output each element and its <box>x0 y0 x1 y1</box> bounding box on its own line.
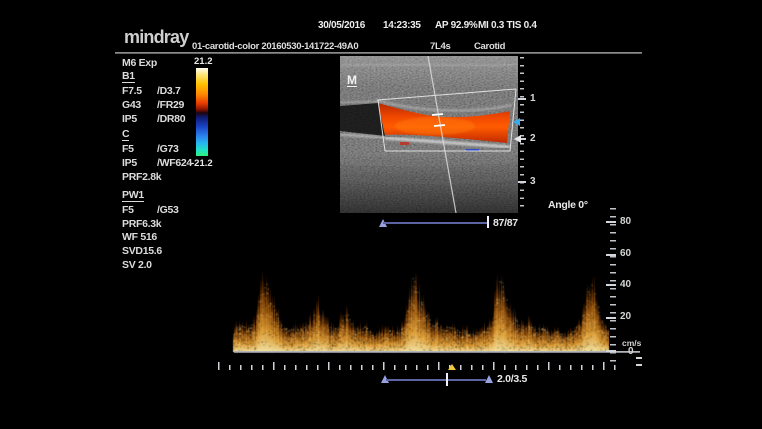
color-mode-section-title: C <box>122 129 129 141</box>
b-gain: G43 <box>122 99 141 111</box>
c-frequency: F5 <box>122 143 134 155</box>
pw-mode-section-title: PW1 <box>122 190 144 202</box>
pw-gain: /G53 <box>157 204 179 216</box>
range-end-marker-icon[interactable] <box>485 375 493 383</box>
velocity-zero-label: 0 <box>628 346 634 357</box>
spectral-baseline[interactable] <box>234 351 640 353</box>
exam-id: 01-carotid-color 20160530-141722-49A0 <box>192 41 358 52</box>
velocity-label-20: 20 <box>620 311 631 322</box>
acoustic-power: AP 92.9% <box>435 20 477 31</box>
velocity-label-40: 40 <box>620 279 631 290</box>
depth-major-tick <box>518 181 526 183</box>
exam-date: 30/05/2016 <box>318 20 365 31</box>
velocity-major-tick <box>606 284 616 286</box>
depth-marker-icon[interactable] <box>514 135 521 143</box>
b-mode-row: G43 /FR29 <box>122 99 234 113</box>
imaging-mode: M6 Exp <box>122 57 157 69</box>
b-dynamic-range: /D3.7 <box>157 85 181 97</box>
sample-gate-upper[interactable] <box>432 114 443 115</box>
cine-position-marker[interactable] <box>487 216 489 228</box>
velocity-ruler <box>610 208 616 368</box>
pw-sample-volume: SV 2.0 <box>122 259 152 271</box>
b-mode-section-title: B1 <box>122 71 135 83</box>
color-mode-row: F5 /G73 <box>122 143 234 157</box>
sweep-position-marker-icon <box>448 364 456 370</box>
doppler-angle-readout: Angle 0° <box>548 199 588 211</box>
pw-wall-filter: WF 516 <box>122 231 157 243</box>
sample-gate-lower[interactable] <box>434 125 445 126</box>
mi-tis-indices: MI 0.3 TIS 0.4 <box>478 20 537 31</box>
velocity-label-60: 60 <box>620 248 631 259</box>
range-bar[interactable] <box>386 379 486 381</box>
c-gain: /G73 <box>157 143 179 155</box>
velocity-major-tick <box>606 317 616 319</box>
velocity-major-tick <box>606 221 616 223</box>
spectral-doppler-trace <box>230 262 610 357</box>
c-wall-filter: /WF624 <box>157 157 192 169</box>
probe-name: 7L4s <box>430 41 450 52</box>
velocity-major-tick <box>606 254 616 256</box>
carotid-color-doppler-image <box>340 56 518 213</box>
b-depth-range: /DR80 <box>157 113 185 125</box>
depth-label-3: 3 <box>530 176 536 187</box>
velocity-minor-tick <box>636 357 642 359</box>
pw-prf: PRF6.3k <box>122 218 161 230</box>
cine-frame-counter: 87/87 <box>493 217 518 229</box>
depth-label-1: 1 <box>530 93 536 104</box>
exam-time: 14:23:35 <box>383 20 421 31</box>
exam-preset: Carotid <box>474 41 505 52</box>
time-ruler-minor <box>218 365 620 370</box>
velocity-label-80: 80 <box>620 216 631 227</box>
sv-depth-readout: 2.0/3.5 <box>497 373 527 385</box>
velocity-minor-tick <box>636 364 642 366</box>
orientation-marker: M <box>347 74 357 87</box>
color-doppler-bar <box>196 68 208 156</box>
b-image-process: IP5 <box>122 113 137 125</box>
b-mode-row: F7.5 /D3.7 <box>122 85 234 99</box>
b-mode-image: M <box>340 56 518 213</box>
b-frame-rate: /FR29 <box>157 99 184 111</box>
depth-label-2: 2 <box>530 133 536 144</box>
mindray-logo: mindray <box>124 27 188 48</box>
colorbar-min-velocity: -21.2 <box>191 158 213 169</box>
pw-mode-row: F5 /G53 <box>122 204 234 218</box>
b-frequency: F7.5 <box>122 85 142 97</box>
ultrasound-screen: 30/05/2016 14:23:35 AP 92.9% MI 0.3 TIS … <box>0 0 762 429</box>
pw-sv-depth: SVD15.6 <box>122 245 162 257</box>
color-mode-row: IP5 /WF624 <box>122 157 234 171</box>
b-mode-row: IP5 /DR80 <box>122 113 234 127</box>
c-prf: PRF2.8k <box>122 171 161 183</box>
pw-frequency: F5 <box>122 204 134 216</box>
colorbar-max-velocity: 21.2 <box>194 56 213 67</box>
focus-marker-icon[interactable] <box>513 118 520 126</box>
range-position-marker[interactable] <box>446 373 448 386</box>
depth-major-tick <box>518 98 526 100</box>
c-image-process: IP5 <box>122 157 137 169</box>
velocity-major-tick <box>606 350 616 352</box>
cine-progress-bar[interactable] <box>383 222 488 224</box>
header-divider <box>115 52 642 54</box>
